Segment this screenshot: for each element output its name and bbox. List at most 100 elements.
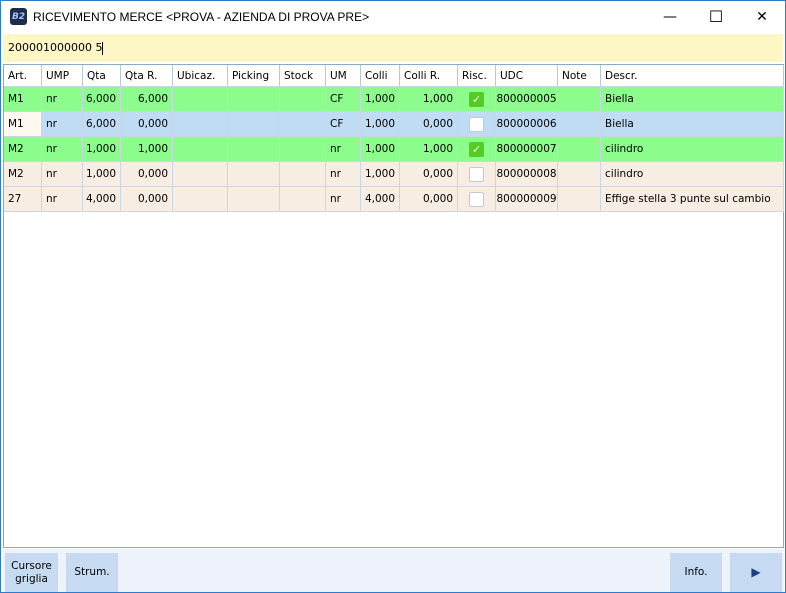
cell-ump[interactable]: nr	[42, 187, 83, 211]
column-header-udc[interactable]: UDC	[496, 65, 558, 86]
cell-qtar[interactable]: 6,000	[121, 87, 173, 111]
cell-picking[interactable]	[228, 162, 280, 186]
column-header-qta[interactable]: Qta	[83, 65, 121, 86]
checkbox[interactable]: ✓	[469, 141, 484, 157]
cell-art[interactable]: 27	[4, 187, 42, 211]
column-header-ump[interactable]: UMP	[42, 65, 83, 86]
cell-colli[interactable]: 1,000	[361, 112, 400, 136]
cell-collir[interactable]: 0,000	[400, 112, 458, 136]
column-header-art[interactable]: Art.	[4, 65, 42, 86]
cell-art[interactable]: M1	[4, 87, 42, 111]
cell-colli[interactable]: 1,000	[361, 137, 400, 161]
cell-udc[interactable]: 800000007	[496, 137, 558, 161]
table-row[interactable]: 27 nr 4,000 0,000 nr 4,000 0,000 800000009 Effig…	[4, 187, 784, 212]
cell-descr[interactable]: Biella	[601, 87, 784, 111]
cell-qta[interactable]: 6,000	[83, 87, 121, 111]
cell-udc[interactable]: 800000005	[496, 87, 558, 111]
table-row[interactable]: M2 nr 1,000 0,000 nr 1,000 0,000 800000008 cilin…	[4, 162, 784, 187]
cell-descr[interactable]: Effige stella 3 punte sul cambio	[601, 187, 784, 211]
cell-art[interactable]: M2	[4, 162, 42, 186]
cell-note[interactable]	[558, 87, 601, 111]
cell-risc[interactable]	[458, 187, 496, 211]
cell-colli[interactable]: 4,000	[361, 187, 400, 211]
cell-um[interactable]: CF	[326, 87, 361, 111]
cell-stock[interactable]	[280, 162, 326, 186]
cell-descr[interactable]: cilindro	[601, 162, 784, 186]
cell-descr[interactable]: cilindro	[601, 137, 784, 161]
cell-note[interactable]	[558, 162, 601, 186]
cell-risc[interactable]	[458, 162, 496, 186]
column-header-qtar[interactable]: Qta R.	[121, 65, 173, 86]
info-button[interactable]: Info.	[670, 553, 722, 592]
cell-qtar[interactable]: 0,000	[121, 112, 173, 136]
cell-collir[interactable]: 0,000	[400, 187, 458, 211]
cell-ubicaz[interactable]	[173, 87, 228, 111]
cell-stock[interactable]	[280, 112, 326, 136]
next-button[interactable]: ▶	[730, 553, 782, 592]
cell-ubicaz[interactable]	[173, 137, 228, 161]
checkbox[interactable]	[469, 116, 484, 132]
column-header-descr[interactable]: Descr.	[601, 65, 784, 86]
cell-udc[interactable]: 800000006	[496, 112, 558, 136]
cell-note[interactable]	[558, 112, 601, 136]
cell-qta[interactable]: 4,000	[83, 187, 121, 211]
checkbox[interactable]	[469, 191, 484, 207]
cell-picking[interactable]	[228, 112, 280, 136]
cell-colli[interactable]: 1,000	[361, 162, 400, 186]
cell-qtar[interactable]: 1,000	[121, 137, 173, 161]
cell-um[interactable]: CF	[326, 112, 361, 136]
cell-risc[interactable]	[458, 112, 496, 136]
cell-ubicaz[interactable]	[173, 112, 228, 136]
checkbox[interactable]: ✓	[469, 91, 484, 107]
cell-qta[interactable]: 6,000	[83, 112, 121, 136]
cell-um[interactable]: nr	[326, 162, 361, 186]
cell-stock[interactable]	[280, 187, 326, 211]
column-header-colli[interactable]: Colli	[361, 65, 400, 86]
cell-ump[interactable]: nr	[42, 87, 83, 111]
cell-ubicaz[interactable]	[173, 162, 228, 186]
cell-art[interactable]: M1	[4, 112, 42, 136]
cell-colli[interactable]: 1,000	[361, 87, 400, 111]
cell-collir[interactable]: 1,000	[400, 87, 458, 111]
cell-qta[interactable]: 1,000	[83, 137, 121, 161]
cell-picking[interactable]	[228, 137, 280, 161]
table-row[interactable]: M2 nr 1,000 1,000 nr 1,000 1,000 ✓ 800000007 cili…	[4, 137, 784, 162]
cell-udc[interactable]: 800000008	[496, 162, 558, 186]
grid-cursor-button[interactable]: Cursore griglia	[5, 553, 58, 592]
cell-stock[interactable]	[280, 137, 326, 161]
cell-qtar[interactable]: 0,000	[121, 162, 173, 186]
barcode-input[interactable]: 200001000000 5	[3, 34, 783, 62]
cell-note[interactable]	[558, 137, 601, 161]
cell-collir[interactable]: 1,000	[400, 137, 458, 161]
cell-ump[interactable]: nr	[42, 112, 83, 136]
cell-risc[interactable]: ✓	[458, 137, 496, 161]
cell-udc[interactable]: 800000009	[496, 187, 558, 211]
cell-picking[interactable]	[228, 87, 280, 111]
column-header-risc[interactable]: Risc.	[458, 65, 496, 86]
cell-um[interactable]: nr	[326, 187, 361, 211]
cell-um[interactable]: nr	[326, 137, 361, 161]
cell-risc[interactable]: ✓	[458, 87, 496, 111]
cell-collir[interactable]: 0,000	[400, 162, 458, 186]
table-row[interactable]: M1 nr 6,000 0,000 CF 1,000 0,000 800000006 Biell…	[4, 112, 784, 137]
cell-note[interactable]	[558, 187, 601, 211]
column-header-stock[interactable]: Stock	[280, 65, 326, 86]
column-header-ubicaz[interactable]: Ubicaz.	[173, 65, 228, 86]
cell-qtar[interactable]: 0,000	[121, 187, 173, 211]
cell-descr[interactable]: Biella	[601, 112, 784, 136]
cell-qta[interactable]: 1,000	[83, 162, 121, 186]
table-row[interactable]: M1 nr 6,000 6,000 CF 1,000 1,000 ✓ 800000005 Biel…	[4, 87, 784, 112]
minimize-button[interactable]: —	[647, 1, 693, 32]
column-header-um[interactable]: UM	[326, 65, 361, 86]
cell-ump[interactable]: nr	[42, 162, 83, 186]
maximize-button[interactable]: ☐	[693, 1, 739, 32]
column-header-collir[interactable]: Colli R.	[400, 65, 458, 86]
column-header-picking[interactable]: Picking	[228, 65, 280, 86]
tools-button[interactable]: Strum.	[66, 553, 118, 592]
column-header-note[interactable]: Note	[558, 65, 601, 86]
close-button[interactable]: ✕	[739, 1, 785, 32]
goods-grid[interactable]: Art. UMP Qta Qta R. Ubicaz. Picking Stock UM Col…	[3, 64, 784, 548]
cell-stock[interactable]	[280, 87, 326, 111]
cell-art[interactable]: M2	[4, 137, 42, 161]
cell-ump[interactable]: nr	[42, 137, 83, 161]
